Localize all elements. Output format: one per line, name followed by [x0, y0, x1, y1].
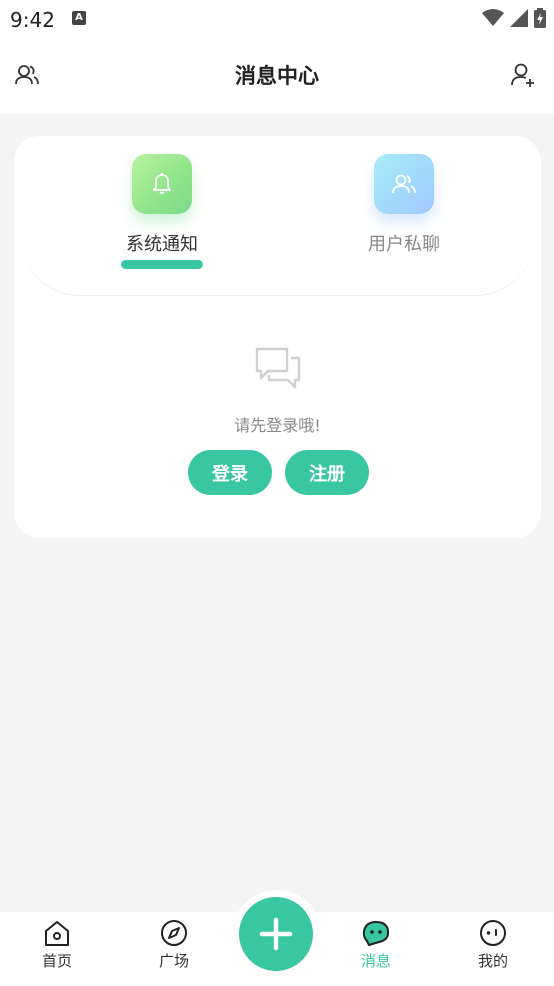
tab-private-chat[interactable]: 用户私聊	[334, 154, 474, 256]
nav-item-home[interactable]: 首页	[17, 918, 97, 971]
nav-label-me: 我的	[477, 952, 508, 970]
chat-bubbles-icon	[255, 347, 301, 389]
tab-system-label: 系统通知	[126, 234, 198, 255]
add-user-icon[interactable]	[510, 62, 536, 88]
signal-icon	[510, 9, 528, 27]
plus-icon	[259, 917, 293, 951]
status-icons	[482, 8, 546, 28]
login-prompt-text: 请先登录哦!	[234, 416, 321, 435]
compass-icon	[161, 920, 187, 946]
users-icon	[392, 174, 416, 194]
page-title: 消息中心	[235, 64, 319, 88]
status-bar: 9:42 A	[0, 0, 554, 38]
message-card: 系统通知 用户私聊 请先登录哦! 登录 注册	[14, 136, 541, 538]
status-time: 9:42	[10, 8, 55, 32]
register-button[interactable]: 注册	[285, 450, 369, 495]
message-icon	[362, 921, 390, 946]
tab-private-label: 用户私聊	[368, 234, 440, 255]
active-tab-indicator	[121, 260, 203, 269]
nav-item-me[interactable]: 我的	[453, 918, 533, 971]
notification-badge: A	[72, 11, 86, 25]
private-chat-icon-box	[374, 154, 434, 214]
profile-face-icon	[480, 920, 506, 946]
login-button[interactable]: 登录	[188, 450, 272, 495]
home-icon	[45, 921, 69, 946]
nav-item-square[interactable]: 广场	[134, 918, 214, 971]
message-tabs: 系统通知 用户私聊	[20, 136, 535, 296]
message-center-screen: 9:42 A 消息中心 系统通知 用户私聊 请先登录哦! 登录 注册 首页 广场…	[0, 0, 554, 986]
system-notification-icon-box	[132, 154, 192, 214]
battery-charging-icon	[534, 8, 546, 28]
app-header: 消息中心	[0, 38, 554, 114]
nav-label-square: 广场	[158, 952, 189, 970]
nav-label-messages: 消息	[360, 952, 391, 970]
nav-label-home: 首页	[41, 952, 72, 970]
tab-system-notifications[interactable]: 系统通知	[92, 154, 232, 269]
publish-button[interactable]	[239, 897, 313, 971]
wifi-icon	[482, 9, 504, 26]
bell-icon	[153, 173, 171, 194]
nav-item-messages[interactable]: 消息	[336, 918, 416, 971]
